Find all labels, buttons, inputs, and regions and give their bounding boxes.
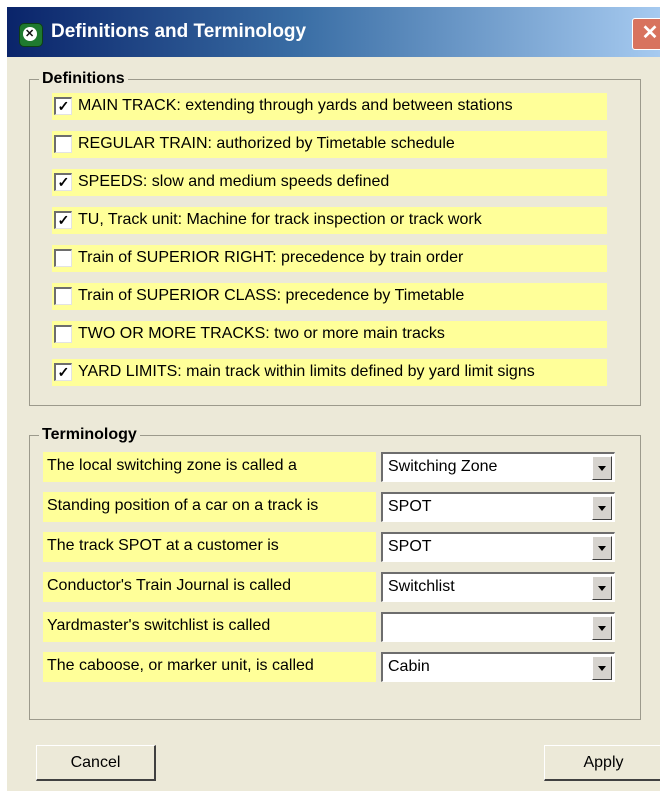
- checkbox-yard-limits[interactable]: ✓: [54, 363, 72, 381]
- dropdown-arrow-icon[interactable]: [592, 536, 612, 560]
- definition-label: TWO OR MORE TRACKS: two or more main tra…: [78, 325, 445, 342]
- checkmark-icon: ✓: [57, 98, 70, 114]
- window-title: Definitions and Terminology: [51, 21, 307, 42]
- definition-label: MAIN TRACK: extending through yards and …: [78, 97, 513, 114]
- definitions-group-label: Definitions: [39, 69, 128, 89]
- definition-row-track-unit[interactable]: ✓ TU, Track unit: Machine for track insp…: [52, 207, 607, 234]
- dropdown-value: Switchlist: [388, 578, 455, 595]
- checkbox-two-or-more-tracks[interactable]: [54, 325, 72, 343]
- definition-label: YARD LIMITS: main track within limits de…: [78, 363, 535, 380]
- dropdown-arrow-icon[interactable]: [592, 616, 612, 640]
- checkmark-icon: ✓: [57, 364, 70, 380]
- dropdown-value: Cabin: [388, 658, 430, 675]
- cancel-button[interactable]: Cancel: [36, 745, 156, 781]
- terminology-group-label: Terminology: [39, 425, 140, 445]
- definition-label: Train of SUPERIOR CLASS: precedence by T…: [78, 287, 465, 304]
- checkbox-regular-train[interactable]: [54, 135, 72, 153]
- customer-spot-dropdown[interactable]: SPOT: [381, 532, 615, 562]
- definition-label: TU, Track unit: Machine for track inspec…: [78, 211, 482, 228]
- definition-row-superior-class[interactable]: Train of SUPERIOR CLASS: precedence by T…: [52, 283, 607, 310]
- term-label-yardmaster-switchlist: Yardmaster's switchlist is called: [43, 612, 376, 642]
- checkbox-main-track[interactable]: ✓: [54, 97, 72, 115]
- standing-position-dropdown[interactable]: SPOT: [381, 492, 615, 522]
- app-icon: [19, 23, 43, 47]
- yardmaster-switchlist-dropdown[interactable]: [381, 612, 615, 642]
- definition-label: Train of SUPERIOR RIGHT: precedence by t…: [78, 249, 464, 266]
- definition-label: SPEEDS: slow and medium speeds defined: [78, 173, 390, 190]
- term-label-conductor-journal: Conductor's Train Journal is called: [43, 572, 376, 602]
- definitions-group: Definitions ✓ MAIN TRACK: extending thro…: [29, 69, 641, 406]
- dropdown-arrow-icon[interactable]: [592, 456, 612, 480]
- term-label-customer-spot: The track SPOT at a customer is: [43, 532, 376, 562]
- definition-row-main-track[interactable]: ✓ MAIN TRACK: extending through yards an…: [52, 93, 607, 120]
- term-label-caboose: The caboose, or marker unit, is called: [43, 652, 376, 682]
- dropdown-value: SPOT: [388, 538, 432, 555]
- dialog-window: Definitions and Terminology ✕ Definition…: [7, 7, 660, 791]
- definition-row-yard-limits[interactable]: ✓ YARD LIMITS: main track within limits …: [52, 359, 607, 386]
- definition-label: REGULAR TRAIN: authorized by Timetable s…: [78, 135, 455, 152]
- caboose-dropdown[interactable]: Cabin: [381, 652, 615, 682]
- checkbox-speeds[interactable]: ✓: [54, 173, 72, 191]
- close-button[interactable]: ✕: [632, 18, 660, 50]
- conductor-journal-dropdown[interactable]: Switchlist: [381, 572, 615, 602]
- checkbox-superior-right[interactable]: [54, 249, 72, 267]
- checkmark-icon: ✓: [57, 174, 70, 190]
- switching-zone-dropdown[interactable]: Switching Zone: [381, 452, 615, 482]
- dropdown-arrow-icon[interactable]: [592, 496, 612, 520]
- term-label-switching-zone: The local switching zone is called a: [43, 452, 376, 482]
- definition-row-superior-right[interactable]: Train of SUPERIOR RIGHT: precedence by t…: [52, 245, 607, 272]
- term-label-standing-position: Standing position of a car on a track is: [43, 492, 376, 522]
- definition-row-two-or-more-tracks[interactable]: TWO OR MORE TRACKS: two or more main tra…: [52, 321, 607, 348]
- definition-row-regular-train[interactable]: REGULAR TRAIN: authorized by Timetable s…: [52, 131, 607, 158]
- apply-button[interactable]: Apply: [544, 745, 660, 781]
- dropdown-value: SPOT: [388, 498, 432, 515]
- dropdown-arrow-icon[interactable]: [592, 656, 612, 680]
- checkbox-superior-class[interactable]: [54, 287, 72, 305]
- definition-row-speeds[interactable]: ✓ SPEEDS: slow and medium speeds defined: [52, 169, 607, 196]
- dropdown-value: Switching Zone: [388, 458, 498, 475]
- checkbox-track-unit[interactable]: ✓: [54, 211, 72, 229]
- dropdown-arrow-icon[interactable]: [592, 576, 612, 600]
- title-bar[interactable]: Definitions and Terminology ✕: [7, 7, 660, 57]
- checkmark-icon: ✓: [57, 212, 70, 228]
